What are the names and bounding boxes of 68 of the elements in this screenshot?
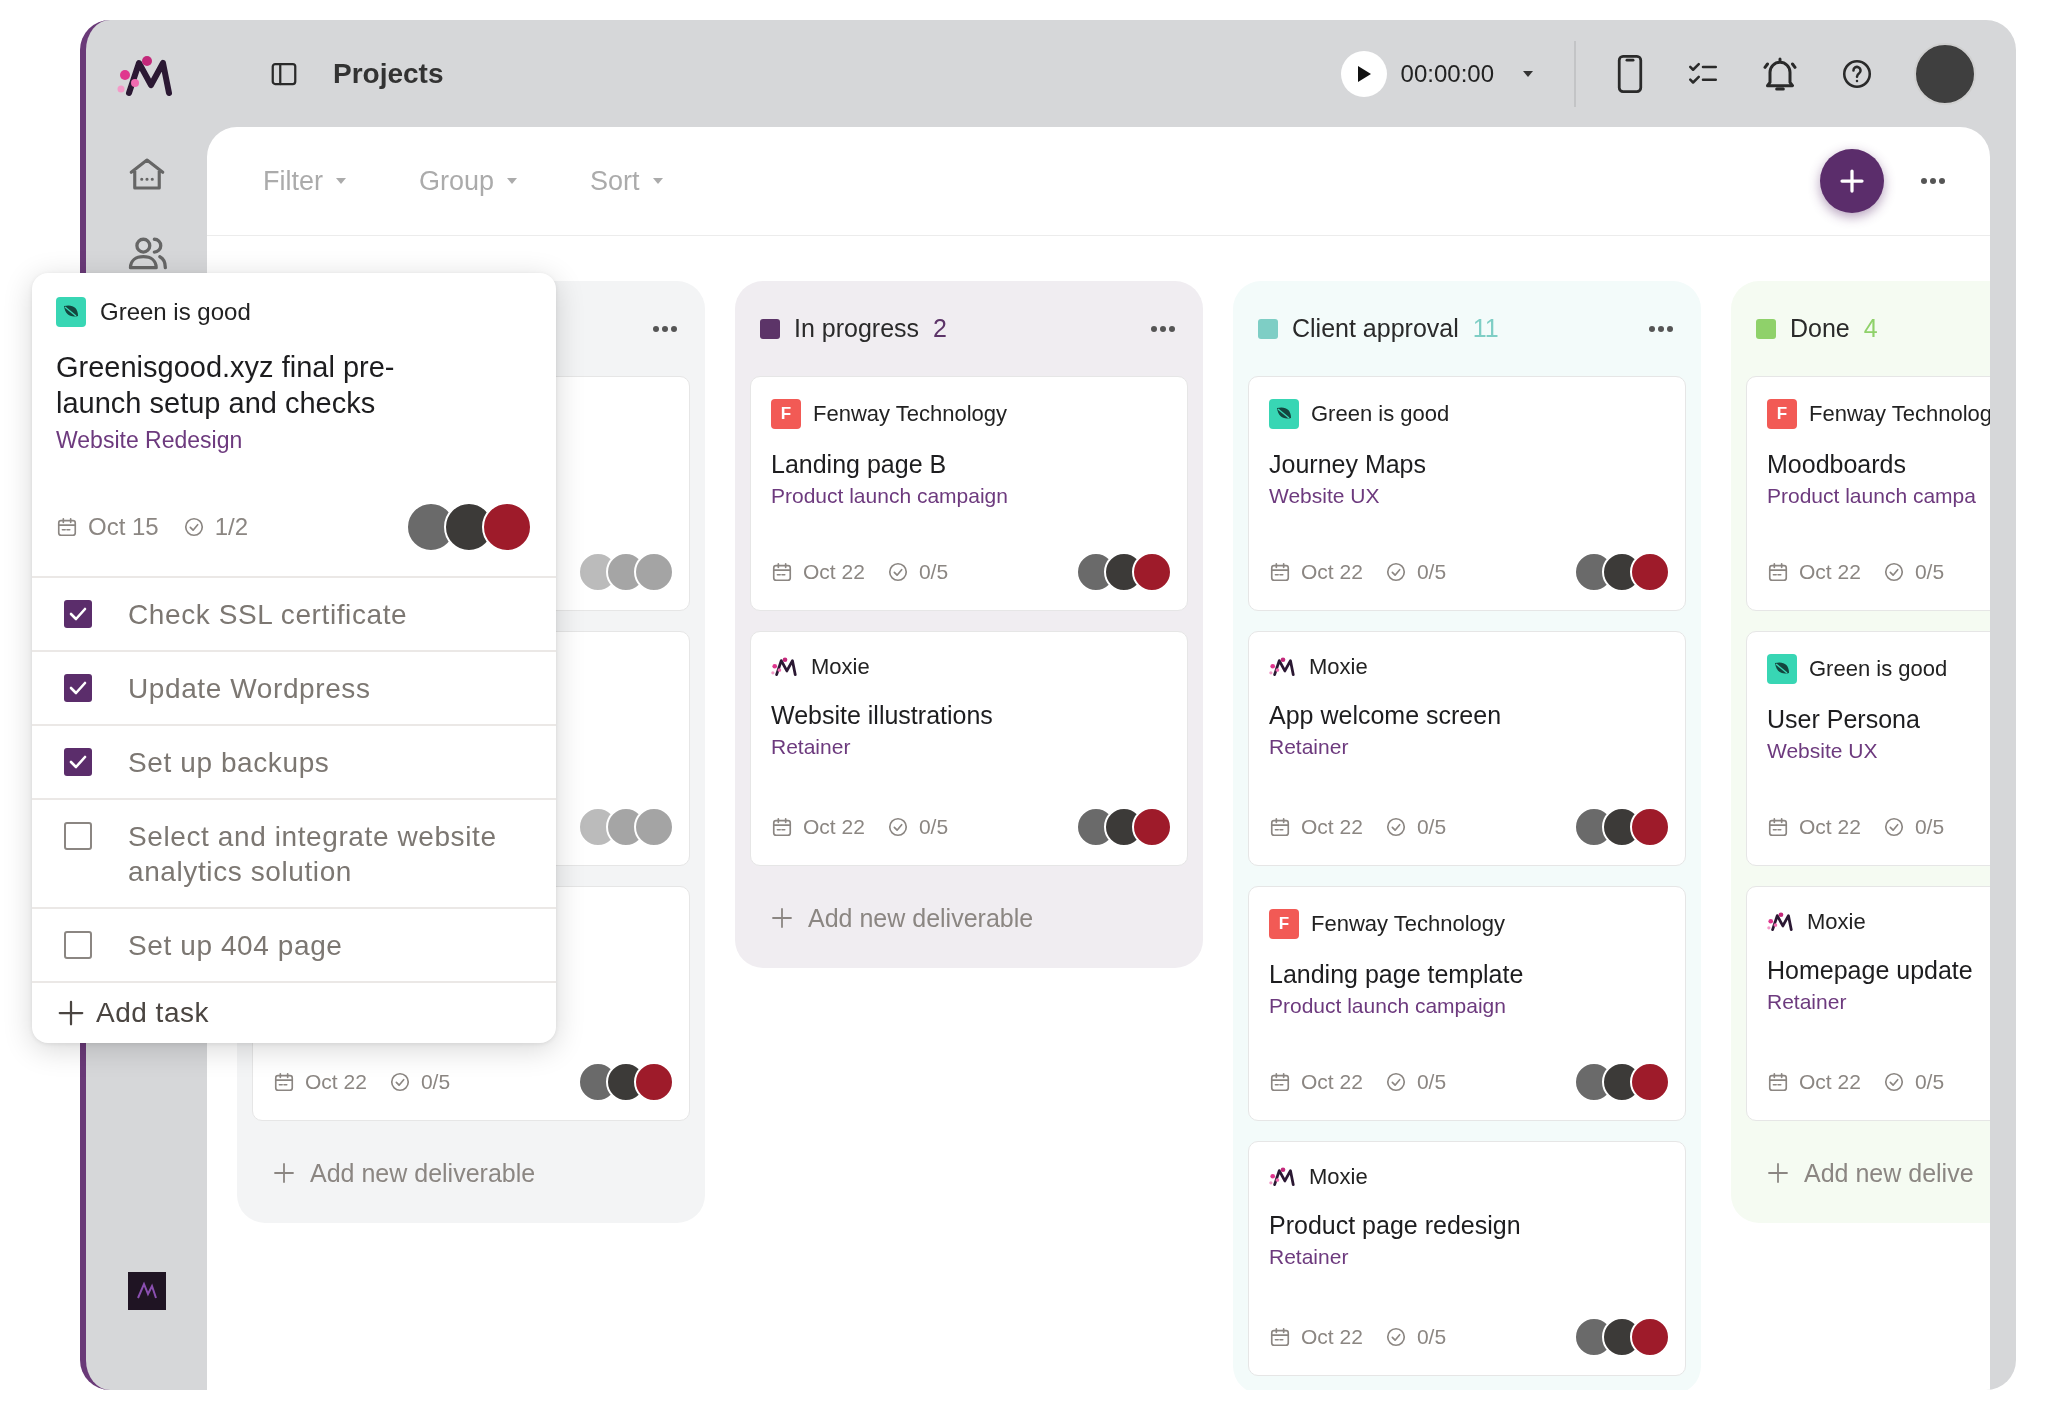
letter-logo: F	[771, 399, 801, 429]
card-title: Homepage update	[1767, 956, 1973, 984]
card-title: Landing page template	[1269, 960, 1524, 988]
due-date: Oct 22	[305, 1070, 367, 1094]
task-label: Select and integrate website analytics solution	[128, 820, 498, 889]
task-count: 0/5	[1914, 560, 1945, 584]
column-title: Done	[1790, 314, 1850, 343]
project-name: Website UX	[1269, 484, 1380, 507]
card-title: Journey Maps	[1269, 450, 1427, 478]
card-title: Landing page B	[771, 450, 947, 478]
task-label: Set up 404 page	[128, 929, 343, 963]
client-name: Fenway Technology	[1311, 911, 1506, 937]
due-date: Oct 22	[1301, 560, 1363, 584]
letter-logo: F	[1269, 909, 1299, 939]
project-name: Retainer	[1269, 1245, 1349, 1268]
due-date: Oct 22	[1799, 815, 1861, 839]
task-count: 1/2	[214, 513, 249, 541]
project-name: Website Redesign	[56, 427, 243, 453]
task-label: Set up backups	[128, 746, 330, 780]
column-title: In progress	[794, 314, 920, 343]
client-name: Green is good	[100, 298, 251, 326]
client-name: Green is good	[1311, 401, 1450, 427]
project-name: Product launch campaign	[1269, 994, 1506, 1017]
task-count: 0/5	[420, 1070, 451, 1094]
page-title: Projects	[333, 57, 444, 90]
due-date: Oct 22	[1799, 1070, 1861, 1094]
project-name: Retainer	[771, 735, 851, 758]
client-name: Moxie	[1309, 654, 1368, 680]
task-count: 0/5	[1416, 1325, 1447, 1349]
due-date: Oct 22	[1301, 815, 1363, 839]
due-date: Oct 22	[1799, 560, 1861, 584]
task-count: 0/5	[1914, 815, 1945, 839]
due-date: Oct 22	[803, 560, 865, 584]
client-name: Green is good	[1809, 656, 1948, 682]
task-count: 0/5	[918, 560, 949, 584]
task-count: 0/5	[1416, 815, 1447, 839]
column-count: 11	[1472, 314, 1499, 343]
column-title: Client approval	[1292, 314, 1459, 343]
task-count: 0/5	[918, 815, 949, 839]
letter-logo: F	[1767, 399, 1797, 429]
client-name: Fenway Technology	[813, 401, 1008, 427]
card-title: Product page redesign	[1269, 1211, 1521, 1239]
column-count: 2	[933, 314, 947, 343]
client-name: Fenway Technolog	[1809, 401, 1990, 427]
due-date: Oct 22	[1301, 1070, 1363, 1094]
task-label: Update Wordpress	[128, 672, 371, 706]
project-name: Website UX	[1767, 739, 1878, 762]
card-title: App welcome screen	[1269, 701, 1502, 729]
project-name: Product launch campaign	[771, 484, 1008, 507]
due-date: Oct 22	[803, 815, 865, 839]
task-count: 0/5	[1416, 1070, 1447, 1094]
client-name: Moxie	[1309, 1164, 1368, 1190]
project-name: Retainer	[1767, 990, 1847, 1013]
card-title: User Persona	[1767, 705, 1920, 733]
column-count: 4	[1863, 314, 1878, 343]
client-name: Moxie	[811, 654, 870, 680]
project-name: Product launch campa	[1767, 484, 1976, 507]
card-title: Moodboards	[1767, 450, 1906, 478]
task-label: Check SSL certificate	[128, 598, 408, 632]
card-title: Website illustrations	[771, 701, 993, 729]
popup-title: Greenisgood.xyz final pre-launch setup and checks	[56, 351, 395, 419]
task-count: 0/5	[1416, 560, 1447, 584]
project-name: Retainer	[1269, 735, 1349, 758]
timer-display: 00:00:00	[1400, 59, 1494, 88]
due-date: Oct 15	[88, 513, 159, 541]
client-name: Moxie	[1807, 909, 1866, 935]
task-count: 0/5	[1914, 1070, 1945, 1094]
due-date: Oct 22	[1301, 1325, 1363, 1349]
